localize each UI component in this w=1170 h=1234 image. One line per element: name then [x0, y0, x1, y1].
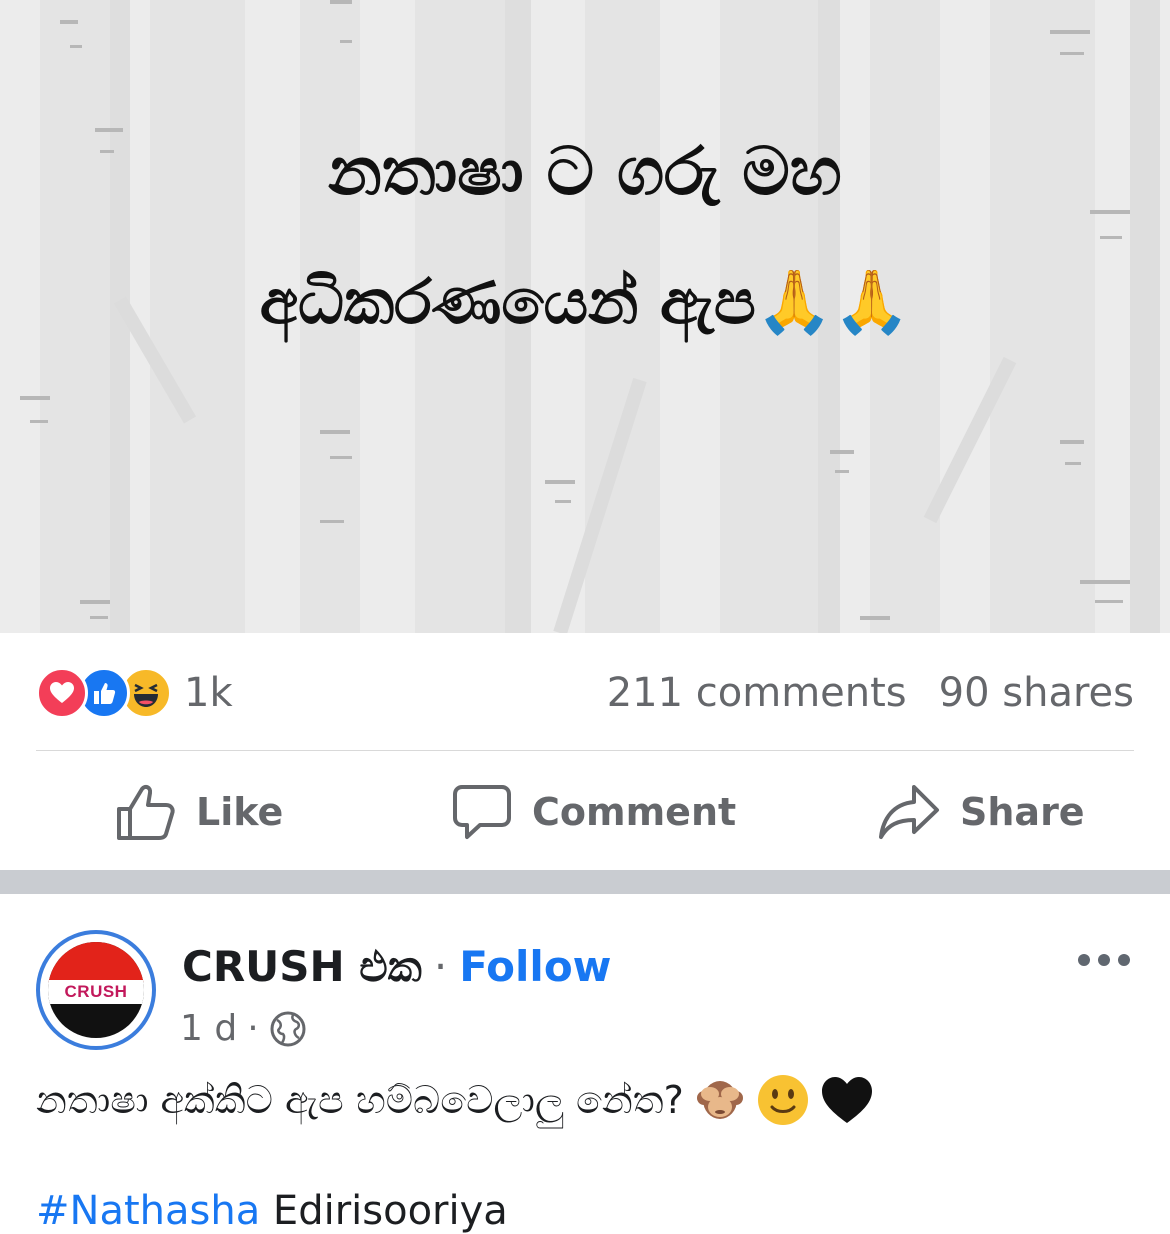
post-meta: 1 d ·	[180, 1008, 307, 1049]
avatar-logo-text: CRUSH	[64, 982, 128, 1001]
page-avatar[interactable]: CRUSH	[36, 930, 156, 1050]
engagement-counts: 211 comments 90 shares	[607, 670, 1134, 716]
post-image-text-line-1: නතාෂා ට ගරු මහ	[328, 133, 842, 210]
name-separator: ·	[433, 942, 448, 991]
speech-bubble-icon	[453, 785, 511, 839]
post-text: නතාෂා අක්කිට ඇප හම්බවෙලාලු නේත?	[36, 1072, 874, 1128]
shares-count-link[interactable]: 90 shares	[939, 670, 1134, 716]
more-options-button[interactable]	[1078, 952, 1130, 968]
like-button[interactable]: Like	[116, 782, 283, 842]
post-timestamp[interactable]: 1 d	[180, 1008, 237, 1049]
post-body-text: නතාෂා අක්කිට ඇප හම්බවෙලාලු නේත?	[36, 1078, 684, 1122]
feed-separator	[0, 870, 1170, 894]
share-arrow-icon	[879, 785, 939, 839]
hashtag-line-text: Edirisooriya	[272, 1188, 508, 1234]
share-button[interactable]: Share	[878, 782, 1085, 842]
thumbs-up-icon	[117, 784, 175, 840]
comment-button[interactable]: Comment	[452, 782, 736, 842]
like-label: Like	[196, 790, 284, 834]
post-action-bar: Like Comment Share	[0, 752, 1170, 870]
more-dot-icon	[1078, 954, 1090, 966]
post-stats-bar: 1k 211 comments 90 shares	[36, 640, 1134, 751]
post-hashtag-line: #Nathasha Edirisooriya	[36, 1188, 508, 1234]
share-label: Share	[960, 790, 1085, 834]
comment-label: Comment	[532, 790, 737, 834]
reaction-count: 1k	[184, 670, 233, 716]
post-image[interactable]: නතාෂා ට ගරු මහ අධිකරණයෙන් ඇප🙏🙏	[0, 0, 1170, 633]
comments-count-link[interactable]: 211 comments	[607, 670, 907, 716]
more-dot-icon	[1118, 954, 1130, 966]
follow-button[interactable]: Follow	[459, 942, 611, 992]
page-name-link[interactable]: CRUSH එක	[182, 942, 422, 992]
meta-separator: ·	[247, 1008, 259, 1049]
black-heart-icon	[820, 1075, 874, 1125]
crush-logo: CRUSH	[48, 942, 144, 1038]
post-header: CRUSH CRUSH එක · Follow 1 d ·	[0, 894, 1170, 1064]
slightly-smiling-face-icon	[756, 1073, 810, 1127]
love-reaction-icon	[36, 667, 88, 719]
globe-icon	[270, 1011, 306, 1046]
more-dot-icon	[1098, 954, 1110, 966]
reactions-summary[interactable]: 1k	[36, 667, 233, 719]
see-no-evil-monkey-icon	[694, 1074, 746, 1126]
page-name-row: CRUSH එක · Follow	[182, 942, 611, 992]
post-image-text-line-2: අධිකරණයෙන් ඇප🙏🙏	[259, 265, 911, 338]
hashtag-link[interactable]: #Nathasha	[36, 1188, 260, 1234]
